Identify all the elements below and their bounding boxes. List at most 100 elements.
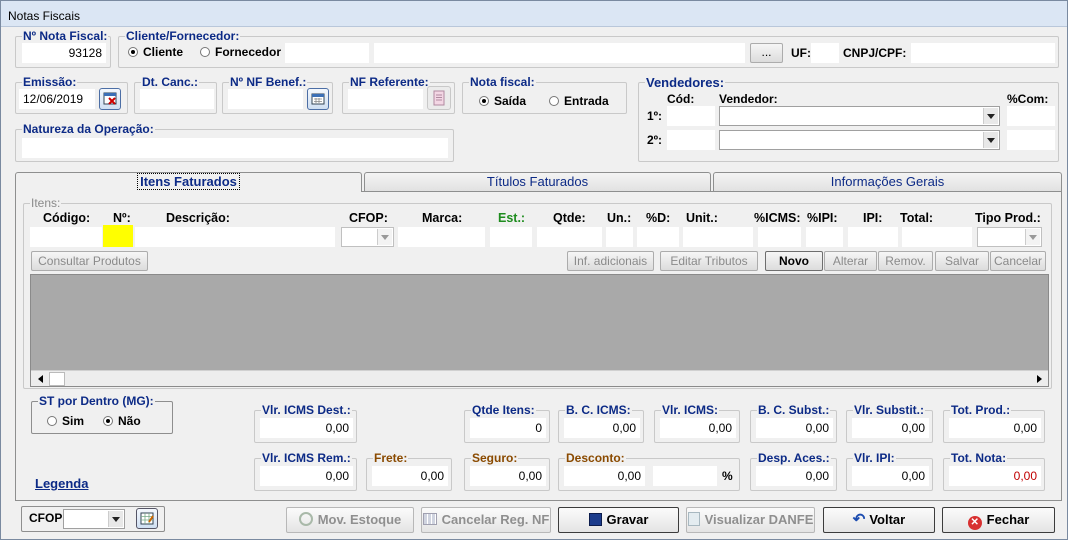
scroll-left-icon[interactable] [32, 372, 48, 386]
item-marca-field[interactable] [398, 227, 485, 247]
tab-informacoes-gerais[interactable]: Informações Gerais [713, 172, 1062, 192]
tab-divider [362, 191, 1062, 192]
bc-icms-field[interactable]: 0,00 [564, 418, 640, 438]
vendedor1-com-field[interactable] [1007, 106, 1055, 126]
radio-st-sim[interactable]: Sim [47, 414, 84, 428]
item-pct-icms-field[interactable] [758, 227, 801, 247]
col-descricao: Descrição: [166, 211, 230, 225]
client-name-field[interactable] [374, 43, 745, 63]
vlr-icms-field[interactable]: 0,00 [660, 418, 736, 438]
frete-group: Frete: 0,00 [366, 451, 452, 491]
nota-fiscal-label: Nota fiscal: [469, 75, 536, 89]
item-un-field[interactable] [606, 227, 633, 247]
radio-st-nao[interactable]: Não [103, 414, 141, 428]
vendedor1-select[interactable] [719, 106, 1000, 126]
tab-titulos-faturados[interactable]: Títulos Faturados [364, 172, 711, 192]
mov-estoque-label: Mov. Estoque [317, 512, 402, 527]
cancelar-reg-nf-label: Cancelar Reg. NF [441, 512, 550, 527]
radio-entrada[interactable]: Entrada [549, 94, 609, 108]
nf-number-group: Nº Nota Fiscal: 93128 [15, 29, 111, 68]
tot-nota-label: Tot. Nota: [950, 451, 1008, 465]
voltar-button[interactable]: ↶ Voltar [823, 507, 935, 533]
nf-referente-field[interactable] [348, 89, 423, 109]
tab-itens-faturados-label: Itens Faturados [137, 173, 240, 190]
notas-fiscais-window: Notas Fiscais Nº Nota Fiscal: 93128 Clie… [0, 0, 1068, 540]
radio-dot [103, 416, 113, 426]
close-icon: ✕ [967, 516, 982, 530]
vendedor2-select[interactable] [719, 130, 1000, 150]
item-pct-d-field[interactable] [637, 227, 679, 247]
cnpj-field[interactable] [911, 43, 1055, 63]
radio-saida[interactable]: Saída [479, 94, 526, 108]
nf-benef-field[interactable] [228, 89, 303, 109]
calendar-clear-icon[interactable] [99, 88, 121, 110]
bc-subst-field[interactable]: 0,00 [756, 418, 833, 438]
fechar-button[interactable]: ✕ Fechar [942, 507, 1055, 533]
vendedor2-com-field[interactable] [1007, 130, 1055, 150]
edit-grid-icon[interactable] [136, 508, 158, 529]
vendedor2-code-field[interactable] [667, 130, 715, 150]
editar-tributos-button[interactable]: Editar Tributos [660, 251, 758, 271]
item-no-field-highlight[interactable] [103, 225, 133, 247]
grid-horizontal-scrollbar[interactable] [31, 370, 1048, 386]
tot-prod-field[interactable]: 0,00 [949, 418, 1041, 438]
scroll-right-icon[interactable] [1031, 372, 1047, 386]
scroll-thumb[interactable] [49, 372, 65, 386]
consultar-produtos-button[interactable]: Consultar Produtos [31, 251, 148, 271]
client-code-field[interactable] [285, 43, 369, 63]
emissao-field[interactable]: 12/06/2019 [19, 89, 95, 109]
tot-nota-field[interactable]: 0,00 [949, 466, 1041, 486]
vlr-icms-dest-field[interactable]: 0,00 [260, 418, 353, 438]
desconto-pct-field[interactable] [653, 466, 717, 486]
item-descricao-field[interactable] [135, 227, 335, 247]
novo-button[interactable]: Novo [765, 251, 823, 271]
calendar-icon[interactable] [307, 88, 329, 110]
gravar-button[interactable]: Gravar [558, 507, 679, 533]
radio-fornecedor[interactable]: Fornecedor [200, 45, 281, 59]
col-pct-ipi: %IPI: [807, 211, 838, 225]
item-est-field[interactable] [490, 227, 532, 247]
document-icon[interactable] [427, 86, 451, 110]
itens-label: Itens: [30, 196, 62, 210]
vlr-ipi-field[interactable]: 0,00 [852, 466, 929, 486]
seguro-field[interactable]: 0,00 [470, 466, 546, 486]
radio-cliente[interactable]: Cliente [128, 45, 183, 59]
uf-field[interactable] [811, 43, 839, 63]
emissao-label: Emissão: [22, 75, 78, 89]
desconto-field[interactable]: 0,00 [564, 466, 645, 486]
item-total-field[interactable] [902, 227, 972, 247]
cfop-footer-select[interactable] [63, 509, 125, 529]
item-codigo-field[interactable] [30, 227, 102, 247]
vlr-icms-dest-group: Vlr. ICMS Dest.: 0,00 [254, 403, 357, 443]
vlr-icms-rem-field[interactable]: 0,00 [260, 466, 353, 486]
qtde-itens-field[interactable]: 0 [470, 418, 546, 438]
radio-dot [479, 96, 489, 106]
item-qtde-field[interactable] [537, 227, 602, 247]
mov-estoque-button[interactable]: Mov. Estoque [286, 507, 414, 533]
item-unit-field[interactable] [683, 227, 753, 247]
item-tipo-prod-select[interactable] [977, 227, 1042, 247]
alterar-button[interactable]: Alterar [824, 251, 877, 271]
browse-client-button[interactable]: ... [750, 43, 783, 63]
vlr-substit-label: Vlr. Substit.: [853, 403, 926, 417]
visualizar-danfe-button[interactable]: Visualizar DANFE [686, 507, 815, 533]
frete-field[interactable]: 0,00 [372, 466, 448, 486]
cancelar-item-button[interactable]: Cancelar [990, 251, 1046, 271]
desconto-pct-symbol: % [722, 469, 733, 483]
col-est: Est.: [498, 211, 526, 225]
item-cfop-select[interactable] [341, 227, 394, 247]
vlr-substit-field[interactable]: 0,00 [852, 418, 929, 438]
remover-button[interactable]: Remov. [878, 251, 933, 271]
cancelar-reg-nf-button[interactable]: Cancelar Reg. NF [421, 507, 551, 533]
vendedor1-code-field[interactable] [667, 106, 715, 126]
natureza-field[interactable] [22, 138, 448, 158]
item-pct-ipi-field[interactable] [806, 227, 843, 247]
item-ipi-field[interactable] [848, 227, 898, 247]
nf-number-field[interactable]: 93128 [22, 43, 106, 63]
chevron-down-icon [983, 108, 998, 124]
dt-canc-field[interactable] [140, 89, 214, 109]
inf-adicionais-button[interactable]: Inf. adicionais [567, 251, 654, 271]
legenda-link[interactable]: Legenda [35, 476, 88, 491]
salvar-button[interactable]: Salvar [935, 251, 989, 271]
desp-aces-field[interactable]: 0,00 [756, 466, 833, 486]
